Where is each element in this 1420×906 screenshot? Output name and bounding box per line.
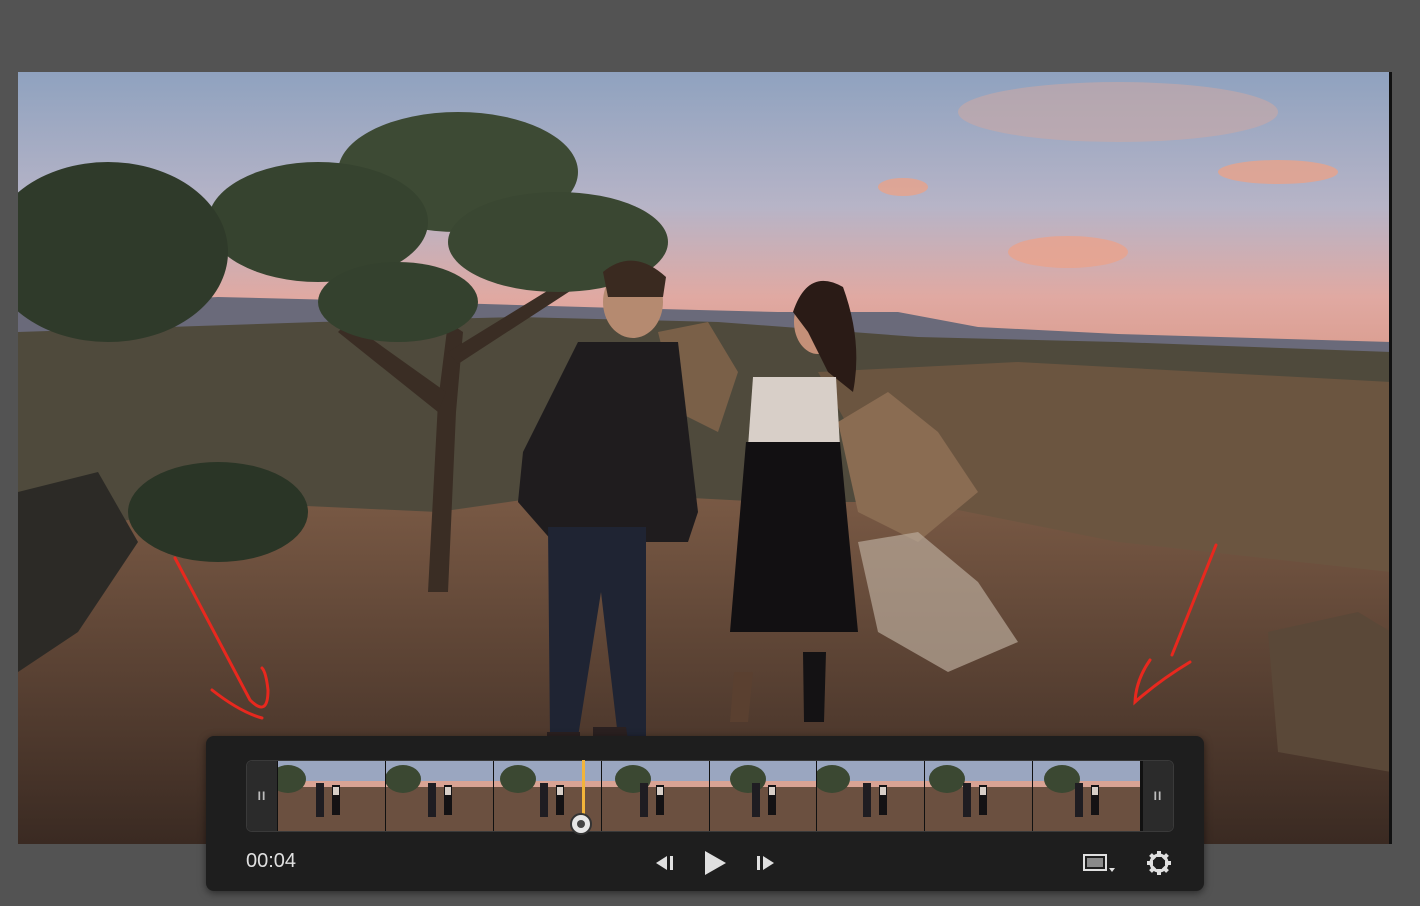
filmstrip-thumbnail[interactable] — [601, 761, 710, 831]
woman-boot — [803, 652, 826, 722]
settings-button[interactable] — [1144, 848, 1174, 878]
thumbnail-image — [385, 761, 493, 831]
filmstrip-thumbnail[interactable] — [925, 761, 1034, 831]
filmstrip-thumbnail[interactable] — [817, 761, 926, 831]
trim-handle-right[interactable]: II — [1143, 761, 1173, 831]
trim-grip-icon: II — [1153, 789, 1163, 803]
thumbnail-image — [925, 761, 1033, 831]
bushes — [128, 462, 308, 562]
cloud — [878, 178, 928, 196]
gear-icon — [1147, 851, 1171, 875]
filmstrip-thumbnail[interactable] — [709, 761, 818, 831]
tree-foliage — [318, 262, 478, 342]
previous-frame-button[interactable] — [652, 848, 678, 878]
step-back-icon — [656, 856, 673, 870]
woman-skirt — [730, 442, 858, 632]
aspect-ratio-icon — [1083, 854, 1115, 872]
current-timecode: 00:04 — [246, 850, 297, 872]
trim-handle-left[interactable]: II — [247, 761, 277, 831]
thumbnail-image — [278, 761, 385, 831]
step-forward-icon — [757, 856, 774, 870]
thumbnail-image — [601, 761, 709, 831]
cloud — [1218, 160, 1338, 184]
filmstrip-thumbnail[interactable] — [1033, 761, 1141, 831]
play-button[interactable] — [690, 848, 740, 878]
play-icon — [705, 851, 726, 875]
aspect-ratio-button[interactable] — [1082, 848, 1118, 878]
thumbnail-image — [817, 761, 925, 831]
transport-controls — [652, 848, 778, 878]
frame-edge — [1389, 72, 1392, 844]
thumbnail-strip[interactable] — [278, 761, 1141, 831]
playhead-knob-dot — [577, 820, 585, 828]
thumbnail-image — [1033, 761, 1141, 831]
playhead-knob[interactable] — [570, 813, 592, 835]
cloud — [1008, 236, 1128, 268]
thumbnail-image — [709, 761, 817, 831]
filmstrip-scrubber[interactable]: II II — [246, 760, 1174, 832]
woman-top — [748, 377, 840, 447]
video-control-bar: II II 00:04 — [206, 736, 1204, 891]
filmstrip-thumbnail[interactable] — [278, 761, 386, 831]
video-scene — [18, 72, 1391, 844]
filmstrip-thumbnail[interactable] — [385, 761, 494, 831]
cloud — [958, 82, 1278, 142]
next-frame-button[interactable] — [752, 848, 778, 878]
video-frame — [18, 72, 1391, 844]
right-boulder — [1268, 612, 1391, 772]
trim-grip-icon: II — [257, 789, 267, 803]
view-controls — [1082, 846, 1174, 880]
